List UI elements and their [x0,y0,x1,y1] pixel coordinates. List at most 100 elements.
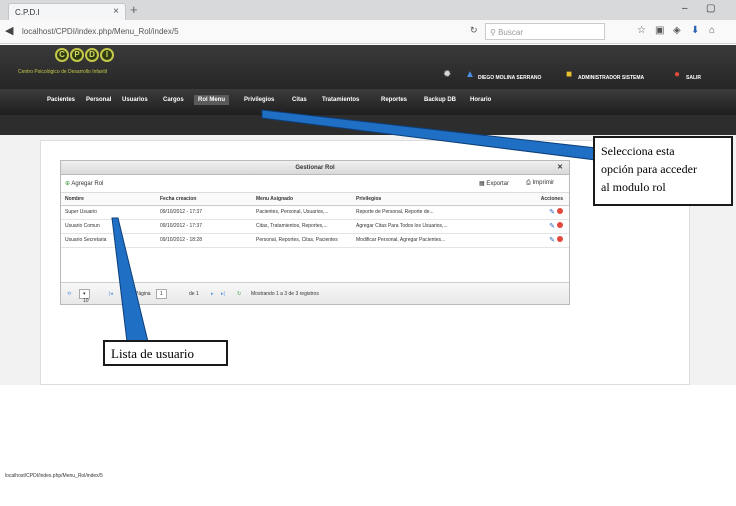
cell-menu: Pacientes, Personal, Usuarios,... [252,205,352,220]
browser-nav-bar: ◀ localhost/CPDI/index.php/Menu_Rol/inde… [0,20,736,44]
print-label: Imprimir [532,180,555,186]
page-size-select[interactable]: 10 ▾ [79,289,90,304]
delete-icon[interactable] [557,222,563,228]
user-icon: ▲ [465,69,475,80]
logo-subtitle: Centro Psicológico de Desarrollo Infanti… [18,69,107,75]
edit-pencil-icon[interactable]: ✎ [549,237,555,244]
reload-icon[interactable]: ↻ [470,25,478,36]
menu-item-cargos[interactable]: Cargos [163,97,184,103]
cell-nombre: Usuario Secretaria [61,233,156,248]
column-header[interactable]: Privilegios [352,193,487,206]
print-icon: ⎙ [526,180,531,186]
table-row[interactable]: Usuario Comun 09/10/2012 - 17:37 Citas, … [61,219,569,234]
roles-grid: Gestionar Rol ✕ ⊕ Agregar Rol ▦ Exportar… [60,160,570,305]
browser-tab-bar: C.P.D.I × + – ▢ [0,0,736,20]
menu-item-reportes[interactable]: Reportes [381,97,407,103]
url-bar[interactable]: localhost/CPDI/index.php/Menu_Rol/index/… [18,23,468,40]
grid-title-text: Gestionar Rol [295,165,335,171]
page-size-value: 10 [83,298,89,304]
app-header: C P D I Centro Psicológico de Desarrollo… [0,45,736,89]
logout-link[interactable]: SALIR [686,75,701,81]
tab-title: C.P.D.I [15,8,40,17]
back-arrow-icon[interactable]: ◀ [5,24,13,37]
logo-letter: D [85,48,99,62]
refresh-icon[interactable]: ⟲ [67,291,71,297]
cell-privilegios: Reporte de Personal, Reporte de... [352,205,487,220]
menu-item-citas[interactable]: Citas [292,97,307,103]
minimize-icon[interactable]: – [682,3,688,14]
next-page-icon[interactable]: ▸ [211,291,214,297]
reload-grid-icon[interactable]: ↻ [237,291,241,297]
menu-item-backup[interactable]: Backup DB [424,97,456,103]
cell-privilegios: Agregar Citas Para Todos los Usuarios,..… [352,219,487,234]
page-label: Página [135,291,151,297]
table-row[interactable]: Usuario Secretaria 09/10/2012 - 18:28 Pe… [61,233,569,248]
cell-fecha: 09/10/2012 - 17:37 [156,205,252,220]
cell-nombre: Super Usuario [61,205,156,220]
cell-acciones: ✎ [487,233,569,248]
column-header[interactable]: Nombre [61,193,156,206]
callout-user-list: Lista de usuario [103,340,228,366]
cell-menu: Personal, Reportes, Citas, Pacientes [252,233,352,248]
logo-letter: C [55,48,69,62]
grid-toolbar: ⊕ Agregar Rol ▦ Exportar ⎙ Imprimir [61,175,569,193]
power-icon[interactable]: ● [674,69,680,80]
home-icon[interactable]: ⌂ [709,25,715,36]
export-button[interactable]: ▦ Exportar [479,180,509,187]
add-icon: ⊕ [65,181,71,187]
page-count: de 1 [189,291,199,297]
reading-list-icon[interactable]: ▣ [655,25,664,36]
search-input[interactable]: ⚲ Buscar [485,23,605,40]
pager: ⟲ 10 ▾ |◂ ◂ Página 1 de 1 ▸ ▸| ↻ Mostran… [61,282,569,304]
status-bar-url: localhost/CPDI/index.php/Menu_Rol/index/… [5,473,103,479]
records-summary: Mostrando 1 a 3 de 3 registros [251,291,319,297]
prev-page-icon[interactable]: ◂ [123,291,126,297]
menu-item-pacientes[interactable]: Pacientes [47,97,75,103]
table-header-row: Nombre Fecha creacion Menu Asignado Priv… [61,193,569,206]
user-name: DIEGO MOLINA SERRANO [478,75,542,81]
cell-fecha: 09/10/2012 - 17:37 [156,219,252,234]
settings-gear-icon[interactable]: ✹ [443,69,451,80]
browser-tab[interactable]: C.P.D.I × [8,3,126,20]
table-row[interactable]: Super Usuario 09/10/2012 - 17:37 Pacient… [61,205,569,220]
column-header[interactable]: Fecha creacion [156,193,252,206]
bookmark-star-icon[interactable]: ☆ [637,25,646,36]
delete-icon[interactable] [557,208,563,214]
new-tab-button[interactable]: + [130,2,138,17]
main-menu: Pacientes Personal Usuarios Cargos Rol M… [0,89,736,115]
first-page-icon[interactable]: |◂ [109,291,113,297]
menu-item-rol-menu[interactable]: Rol Menu [194,95,229,105]
close-tab-icon[interactable]: × [113,6,119,17]
maximize-icon[interactable]: ▢ [706,3,715,14]
pocket-icon[interactable]: ◈ [673,25,681,36]
search-icon: ⚲ [490,28,499,37]
callout-line: opción para acceder [601,162,697,176]
logo-letter: I [100,48,114,62]
export-icon: ▦ [479,181,485,187]
callout-line: al modulo rol [601,180,666,194]
column-header[interactable]: Menu Asignado [252,193,352,206]
search-placeholder: Buscar [498,28,523,37]
download-icon[interactable]: ⬇ [691,25,699,36]
page-input[interactable]: 1 [156,289,167,299]
edit-pencil-icon[interactable]: ✎ [549,223,555,230]
menu-item-tratamientos[interactable]: Tratamientos [322,97,359,103]
menu-item-horario[interactable]: Horario [470,97,491,103]
cell-acciones: ✎ [487,219,569,234]
menu-item-usuarios[interactable]: Usuarios [122,97,148,103]
callout-select-option: Selecciona esta opción para acceder al m… [593,136,733,206]
edit-pencil-icon[interactable]: ✎ [549,209,555,216]
logo: C P D I [55,48,114,62]
roles-table: Nombre Fecha creacion Menu Asignado Priv… [61,193,569,248]
add-role-button[interactable]: ⊕ Agregar Rol [65,180,103,187]
cell-fecha: 09/10/2012 - 18:28 [156,233,252,248]
delete-icon[interactable] [557,236,563,242]
folder-icon: ■ [566,69,573,80]
print-button[interactable]: ⎙ Imprimir [526,180,554,187]
menu-item-personal[interactable]: Personal [86,97,111,103]
menu-item-privilegios[interactable]: Privilegios [244,97,274,103]
add-role-label: Agregar Rol [71,181,104,187]
close-icon[interactable]: ✕ [557,163,563,171]
last-page-icon[interactable]: ▸| [221,291,225,297]
logo-letter: P [70,48,84,62]
